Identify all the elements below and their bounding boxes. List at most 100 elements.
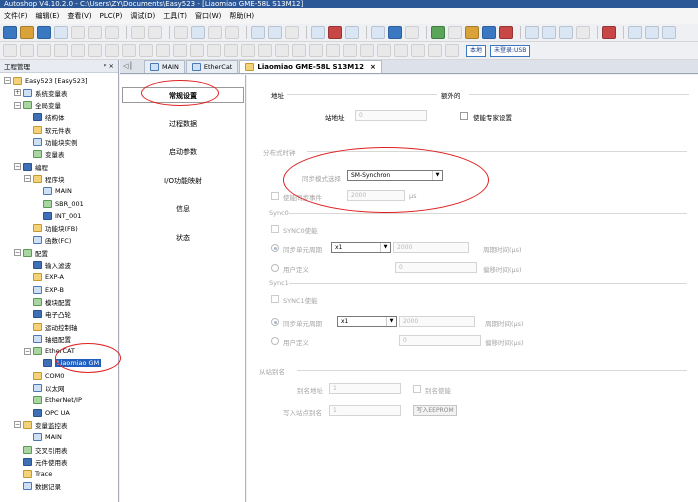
reset-coil-icon[interactable] — [224, 44, 238, 57]
tree-item[interactable]: Liaomiao GM — [34, 358, 102, 369]
collapse-icon[interactable]: − — [14, 421, 21, 429]
nav-item-3[interactable]: I/O功能映射 — [122, 173, 244, 189]
sync1-multiplier-select[interactable]: x1 ▼ — [337, 316, 397, 327]
download-icon[interactable] — [388, 26, 402, 39]
sync0-multiplier-select[interactable]: x1 ▼ — [331, 242, 391, 253]
monitor-icon[interactable] — [345, 26, 359, 39]
layout-icon[interactable] — [576, 26, 590, 39]
goto-icon[interactable] — [225, 26, 239, 39]
diag-down-icon[interactable] — [411, 44, 425, 57]
alias-enable-checkbox[interactable] — [413, 385, 421, 393]
tree-item[interactable]: INT_001 — [34, 210, 81, 221]
expert-settings-checkbox[interactable] — [460, 112, 468, 120]
collapse-icon[interactable]: − — [4, 77, 11, 84]
branch-icon[interactable] — [37, 44, 51, 57]
sync1-enable-checkbox[interactable] — [271, 295, 279, 303]
tab-device[interactable]: Liaomiao GME-58L S13M12 × — [239, 60, 382, 73]
tree-item[interactable]: 交叉引用表 — [14, 444, 68, 455]
set-coil-icon[interactable] — [207, 44, 221, 57]
sync0-user-input[interactable]: 0 — [395, 262, 477, 273]
collapse-icon[interactable]: − — [24, 347, 31, 355]
sync-event-checkbox[interactable] — [271, 192, 279, 200]
nav-item-0[interactable]: 常规设置 — [122, 87, 244, 103]
tree-item[interactable]: 功能块实例 — [24, 137, 78, 148]
paste-icon[interactable] — [105, 26, 119, 39]
tree-item[interactable]: 电子凸轮 — [24, 309, 71, 320]
contact-no-icon[interactable] — [3, 44, 17, 57]
menu-item-1[interactable]: 编辑(E) — [36, 11, 60, 21]
page-icon[interactable] — [311, 26, 325, 39]
delete-line-icon[interactable] — [360, 44, 374, 57]
expand-icon[interactable]: + — [14, 89, 21, 97]
menu-item-0[interactable]: 文件(F) — [4, 11, 28, 21]
vline-icon[interactable] — [156, 44, 170, 57]
tab-main[interactable]: MAIN — [144, 60, 185, 73]
contact-nc-icon[interactable] — [20, 44, 34, 57]
tree-item[interactable]: 以太网 — [24, 383, 65, 394]
pulse-icon[interactable] — [241, 44, 255, 57]
upload-icon[interactable] — [371, 26, 385, 39]
insert-line-icon[interactable] — [377, 44, 391, 57]
sync-mode-select[interactable]: SM-Synchron ▼ — [347, 170, 443, 181]
undo-icon[interactable] — [131, 26, 145, 39]
plc-status-icon[interactable] — [431, 26, 445, 39]
tree-item[interactable]: 输入滤波 — [24, 260, 71, 271]
return-icon[interactable] — [343, 44, 357, 57]
sync1-cycle-input[interactable]: 2000 — [399, 316, 475, 327]
tree-item[interactable]: 函数(FC) — [24, 235, 71, 246]
tree-item[interactable]: − 全局变量 — [14, 100, 61, 111]
tree-item[interactable]: MAIN — [24, 432, 62, 443]
tree-item[interactable]: 模块配置 — [24, 296, 71, 307]
tab-close-icon[interactable]: × — [370, 61, 376, 73]
menu-item-7[interactable]: 帮助(H) — [229, 11, 254, 21]
write-eeprom-button[interactable]: 写入EEPROM — [413, 405, 457, 416]
diag-up-icon[interactable] — [394, 44, 408, 57]
find-icon[interactable] — [191, 26, 205, 39]
tab-ethercat[interactable]: EtherCat — [185, 60, 239, 73]
nav-item-4[interactable]: 信息 — [122, 201, 244, 217]
write-alias-input[interactable]: 1 — [329, 405, 401, 416]
tree-item[interactable]: − EtherCAT — [24, 346, 75, 357]
delete-icon[interactable] — [174, 26, 188, 39]
check-icon[interactable] — [482, 26, 496, 39]
window-icon[interactable] — [559, 26, 573, 39]
debug-icon[interactable] — [602, 26, 616, 39]
tree-item[interactable]: − 配置 — [14, 247, 48, 258]
branch-down-icon[interactable] — [71, 44, 85, 57]
tree-item[interactable]: 运动控制轴 — [24, 321, 78, 332]
sync1-unit-cycle-radio[interactable] — [271, 318, 279, 326]
hline-icon[interactable] — [139, 44, 153, 57]
replace-icon[interactable] — [208, 26, 222, 39]
coil-icon[interactable] — [173, 44, 187, 57]
collapse-icon[interactable]: − — [14, 101, 21, 109]
cut-icon[interactable] — [71, 26, 85, 39]
tree-item[interactable]: − 变量监控表 — [14, 419, 68, 430]
compare-contact-icon[interactable] — [258, 44, 272, 57]
sync0-enable-checkbox[interactable] — [271, 225, 279, 233]
tree-item[interactable]: − 编程 — [14, 161, 48, 172]
tree-item[interactable]: OPC UA — [24, 407, 70, 418]
tree-item[interactable]: − Easy523 [Easy523] — [4, 75, 88, 86]
function-icon[interactable] — [292, 44, 306, 57]
compile-icon[interactable] — [251, 26, 265, 39]
sync-event-input[interactable]: 2000 — [347, 190, 405, 201]
tree-item[interactable]: 元件使用表 — [14, 456, 68, 467]
collapse-icon[interactable]: − — [14, 249, 21, 257]
collapse-icon[interactable]: − — [14, 163, 21, 171]
save-icon[interactable] — [37, 26, 51, 39]
tree-item[interactable]: EXP-A — [24, 272, 64, 283]
table-icon[interactable] — [542, 26, 556, 39]
tree-item[interactable]: 轴组配置 — [24, 333, 71, 344]
menu-item-4[interactable]: 调试(D) — [130, 11, 155, 21]
menu-item-3[interactable]: PLC(P) — [100, 12, 123, 20]
local-mode-badge[interactable]: 本地 — [466, 44, 487, 57]
zoom-in-icon[interactable] — [628, 26, 642, 39]
tree-item[interactable]: EXP-B — [24, 284, 64, 295]
tree-item[interactable]: COM0 — [24, 370, 64, 381]
alias-address-input[interactable]: 1 — [329, 383, 401, 394]
nav-item-1[interactable]: 过程数据 — [122, 116, 244, 132]
zoom-out-icon[interactable] — [645, 26, 659, 39]
nav-item-5[interactable]: 状态 — [122, 230, 244, 246]
redo-icon[interactable] — [148, 26, 162, 39]
login-status-badge[interactable]: 未登录:USB — [490, 44, 531, 57]
